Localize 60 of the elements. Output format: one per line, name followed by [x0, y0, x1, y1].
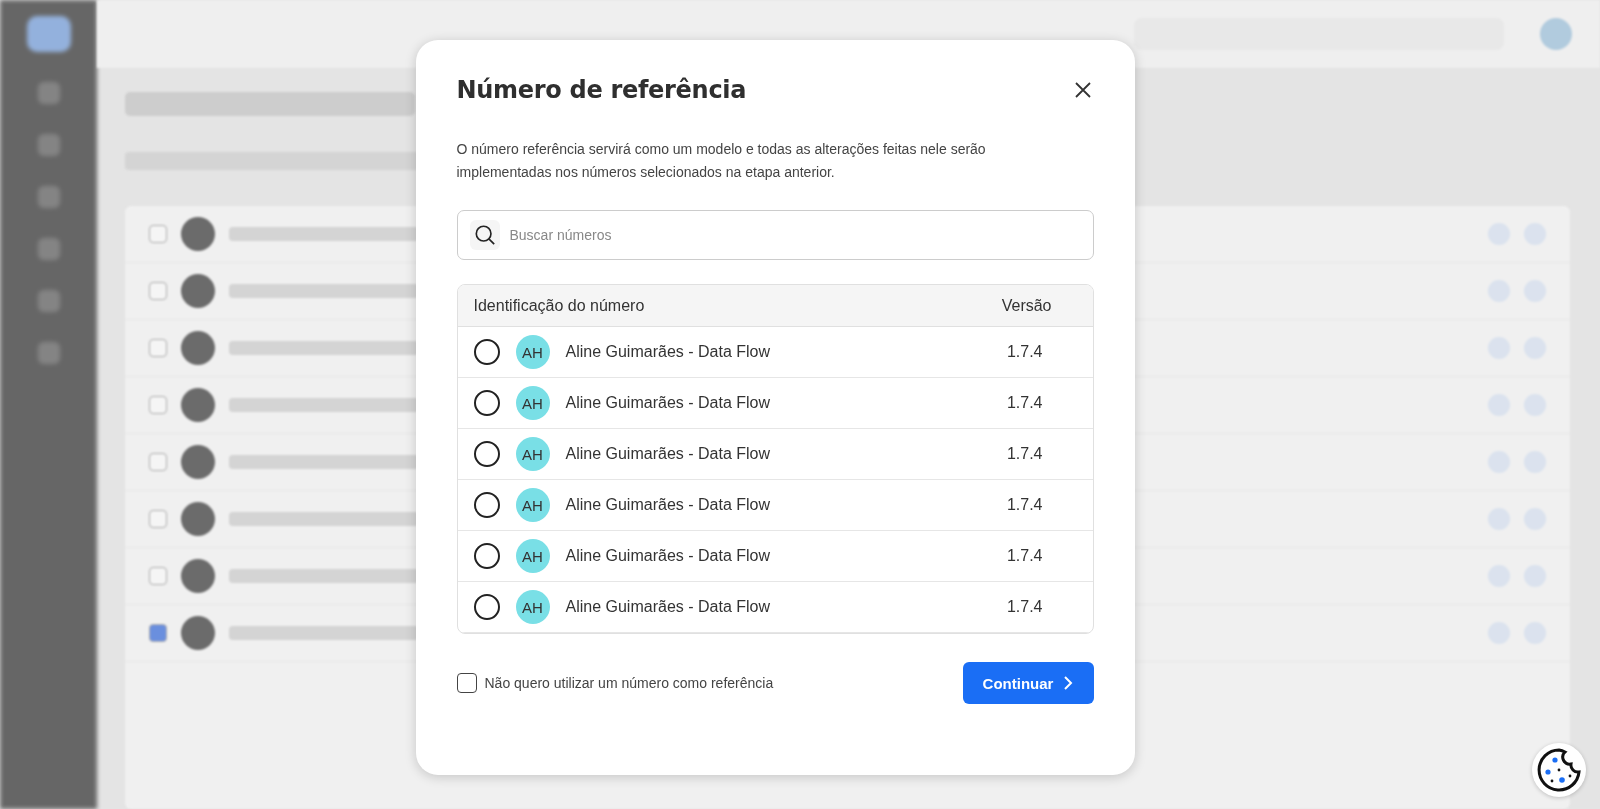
row-checkbox[interactable]	[149, 510, 167, 528]
radio-button[interactable]	[473, 543, 500, 569]
avatar-icon	[181, 445, 215, 479]
table-row[interactable]: AH Aline Guimarães - Data Flow 1.7.4	[457, 531, 1093, 582]
avatar-icon	[181, 217, 215, 251]
avatar: AH	[515, 437, 550, 471]
row-checkbox[interactable]	[149, 282, 167, 300]
avatar-icon	[181, 502, 215, 536]
table-row[interactable]: AH Aline Guimarães - Data Flow 1.7.4	[457, 429, 1093, 480]
radio-button[interactable]	[473, 339, 500, 365]
column-header: Identificação do número	[473, 296, 646, 315]
row-checkbox[interactable]	[149, 396, 167, 414]
version-text: 1.7.4	[1006, 343, 1043, 361]
radio-button[interactable]	[473, 492, 500, 518]
avatar: AH	[515, 590, 550, 624]
chevron-right-icon	[1063, 675, 1074, 691]
avatar: AH	[515, 539, 550, 573]
radio-button[interactable]	[473, 441, 500, 467]
avatar-icon	[181, 616, 215, 650]
table-row[interactable]: AH Aline Guimarães - Data Flow 1.7.4	[457, 582, 1093, 633]
table-row[interactable]: AH Aline Guimarães - Data Flow 1.7.4	[457, 327, 1093, 378]
number-name: Aline Guimarães - Data Flow	[565, 496, 771, 514]
avatar: AH	[515, 335, 550, 369]
avatar-icon	[181, 331, 215, 365]
radio-button[interactable]	[473, 594, 500, 620]
row-checkbox[interactable]	[149, 453, 167, 471]
avatar-icon[interactable]	[1540, 18, 1572, 50]
row-checkbox[interactable]	[149, 225, 167, 243]
version-text: 1.7.4	[1006, 496, 1043, 514]
checkbox-label: Não quero utilizar um número como referência	[484, 675, 774, 691]
checkbox[interactable]	[456, 673, 477, 693]
avatar-icon	[181, 274, 215, 308]
search-field[interactable]: Buscar números	[456, 210, 1094, 260]
dialog-title: Número de referência	[456, 76, 747, 104]
search-icon	[469, 220, 500, 250]
number-name: Aline Guimarães - Data Flow	[565, 598, 771, 616]
avatar-icon	[181, 559, 215, 593]
number-name: Aline Guimarães - Data Flow	[565, 445, 771, 463]
number-name: Aline Guimarães - Data Flow	[565, 394, 771, 412]
cookie-icon	[1535, 746, 1583, 794]
close-icon	[1073, 81, 1092, 99]
row-checkbox[interactable]	[149, 339, 167, 357]
continue-button[interactable]: Continuar	[962, 662, 1094, 704]
radio-button[interactable]	[473, 390, 500, 416]
number-name: Aline Guimarães - Data Flow	[565, 547, 771, 565]
version-text: 1.7.4	[1006, 445, 1043, 463]
version-text: 1.7.4	[1006, 394, 1043, 412]
number-name: Aline Guimarães - Data Flow	[565, 343, 771, 361]
table-row[interactable]: AH Aline Guimarães - Data Flow 1.7.4	[457, 480, 1093, 531]
row-checkbox[interactable]	[149, 567, 167, 585]
version-text: 1.7.4	[1006, 547, 1043, 565]
logo-icon	[26, 16, 71, 52]
table-row[interactable]: AH Aline Guimarães - Data Flow 1.7.4	[457, 378, 1093, 429]
dialog-description: O número referência servirá como um modelo e todas as alterações feitas nele serão implementadas nos números selecionados na etapa anterior.	[456, 140, 987, 182]
avatar: AH	[515, 488, 550, 522]
column-header: Versão	[1001, 296, 1052, 315]
version-text: 1.7.4	[1006, 598, 1043, 616]
avatar-icon	[181, 388, 215, 422]
avatar: AH	[515, 386, 550, 420]
row-checkbox[interactable]	[149, 624, 167, 642]
